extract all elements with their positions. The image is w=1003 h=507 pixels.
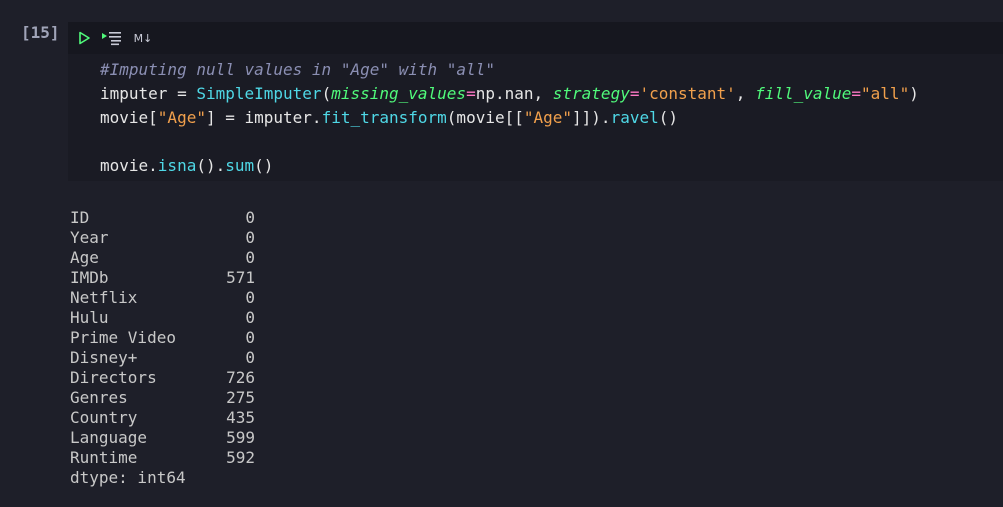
- output-row-label: Netflix: [70, 288, 138, 307]
- output-row: Language 599: [70, 428, 255, 448]
- code-token: ] = imputer.: [205, 108, 322, 127]
- output-row: Prime Video 0: [70, 328, 255, 348]
- output-row-value: 571: [226, 268, 255, 287]
- output-row-value: 592: [226, 448, 255, 467]
- code-token: ): [909, 84, 919, 103]
- output-row-label: Prime Video: [70, 328, 176, 347]
- output-row: Directors 726: [70, 368, 255, 388]
- output-row-value: 0: [245, 228, 255, 247]
- code-token: (): [254, 156, 274, 175]
- output-row-label: Age: [70, 248, 99, 267]
- code-token: "Age": [157, 108, 206, 127]
- output-row: Netflix 0: [70, 288, 255, 308]
- notebook-page: [15] M↓ #Imputing null values in "Age" w…: [0, 0, 1003, 507]
- code-token: "Age": [523, 108, 573, 127]
- code-token: (): [658, 108, 678, 127]
- cell-output: ID 0 Year 0 Age 0 IMDb 571 Netflix 0 Hulu 0 Prime Vi…: [70, 208, 255, 488]
- code-token: "all": [861, 84, 910, 103]
- output-row-label: ID: [70, 208, 90, 227]
- code-line: movie.isna().sum(): [100, 154, 919, 178]
- output-row-value: 726: [226, 368, 255, 387]
- output-row: Year 0: [70, 228, 255, 248]
- code-token: fill_value: [755, 84, 852, 103]
- execution-count: [15]: [21, 23, 60, 42]
- run-by-line-button[interactable]: [100, 29, 124, 47]
- output-row-value: 0: [245, 348, 255, 367]
- output-row: Age 0: [70, 248, 255, 268]
- output-row-value: 0: [245, 308, 255, 327]
- cell-toolbar: M↓: [68, 22, 1003, 54]
- output-row-value: 0: [245, 208, 255, 227]
- output-row-label: IMDb: [70, 268, 109, 287]
- code-line: movie["Age"] = imputer.fit_transform(mov…: [100, 106, 919, 130]
- code-token: 'constant': [639, 84, 736, 103]
- code-token: fit_transform: [321, 108, 447, 127]
- code-token: #Imputing null values in "Age" with "all…: [100, 60, 495, 79]
- output-row: Country 435: [70, 408, 255, 428]
- output-row-label: Runtime: [70, 448, 138, 467]
- code-token: sum: [225, 156, 255, 175]
- code-token: np.nan,: [475, 84, 553, 103]
- output-row-label: Directors: [70, 368, 157, 387]
- output-row: Runtime 592: [70, 448, 255, 468]
- run-cell-button[interactable]: [74, 29, 94, 47]
- code-token: =: [466, 84, 476, 103]
- code-token: missing_values: [331, 84, 467, 103]
- output-row-label: Hulu: [70, 308, 109, 327]
- output-row-value: 0: [245, 248, 255, 267]
- code-token: imputer =: [100, 84, 197, 103]
- output-dtype: dtype: int64: [70, 468, 186, 487]
- code-token: ]]).: [572, 108, 611, 127]
- output-row-value: 435: [226, 408, 255, 427]
- output-row-label: Genres: [70, 388, 128, 407]
- output-row-value: 599: [226, 428, 255, 447]
- output-row-label: Year: [70, 228, 109, 247]
- code-token: ,: [735, 84, 756, 103]
- code-token: (: [321, 84, 332, 103]
- code-line: #Imputing null values in "Age" with "all…: [100, 58, 919, 82]
- run-by-line-icon: [102, 32, 121, 46]
- code-token: SimpleImputer: [196, 84, 322, 103]
- output-row-label: Country: [70, 408, 138, 427]
- code-token: isna: [157, 156, 197, 175]
- output-row-value: 0: [245, 328, 255, 347]
- code-token: movie.: [100, 156, 158, 175]
- code-token: ().: [196, 156, 226, 175]
- play-icon: [79, 31, 90, 45]
- output-row-value: 275: [226, 388, 255, 407]
- output-row-label: Disney+: [70, 348, 138, 367]
- output-row: ID 0: [70, 208, 255, 228]
- code-token: strategy: [552, 84, 630, 103]
- output-row-label: Language: [70, 428, 148, 447]
- code-token: (movie[[: [446, 108, 524, 127]
- markdown-toggle-button[interactable]: M↓: [132, 29, 154, 47]
- output-row: Genres 275: [70, 388, 255, 408]
- code-token: movie[: [100, 108, 158, 127]
- output-row: Hulu 0: [70, 308, 255, 328]
- output-row: IMDb 571: [70, 268, 255, 288]
- output-row: Disney+ 0: [70, 348, 255, 368]
- code-cell[interactable]: M↓ #Imputing null values in "Age" with "…: [68, 22, 1003, 181]
- code-editor[interactable]: #Imputing null values in "Age" with "all…: [100, 58, 919, 178]
- code-token: =: [851, 84, 862, 103]
- output-row-value: 0: [245, 288, 255, 307]
- code-line: imputer = SimpleImputer(missing_values=n…: [100, 82, 919, 106]
- code-token: ravel: [610, 108, 659, 127]
